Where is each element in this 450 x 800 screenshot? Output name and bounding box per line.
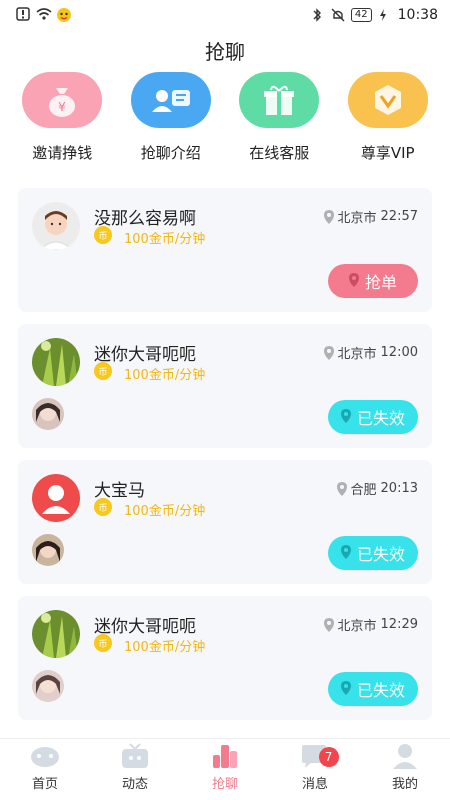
chat-request-card[interactable]: 迷你大哥呃呃 币 100金币/分钟 北京市 12:00 已失效 xyxy=(18,324,432,448)
location-time: 北京市 12:00 xyxy=(323,343,418,362)
avatar[interactable] xyxy=(32,610,80,658)
button-label: 已失效 xyxy=(356,545,405,564)
grabber-avatar[interactable] xyxy=(32,398,64,430)
bluetooth-icon xyxy=(311,8,325,22)
profile-icon xyxy=(389,743,421,769)
chat-request-card[interactable]: 没那么容易啊 币 100金币/分钟 北京市 22:57 抢单 xyxy=(18,188,432,312)
user-name: 迷你大哥呃呃 xyxy=(94,617,196,637)
svg-text:¥: ¥ xyxy=(58,100,66,114)
clock: 10:38 xyxy=(397,7,438,23)
alert-icon xyxy=(16,7,30,21)
mute-icon xyxy=(331,8,345,22)
coin-icon: 币 xyxy=(94,498,112,516)
quick-invite-earn[interactable]: ¥ 邀请挣钱 xyxy=(12,72,112,163)
wifi-icon xyxy=(36,7,52,21)
coin-icon: 币 xyxy=(94,226,112,244)
gift-box-icon xyxy=(239,72,320,128)
profile-card-icon xyxy=(130,72,211,128)
price-rate: 100金币/分钟 xyxy=(124,368,206,383)
chat-request-card[interactable]: 大宝马 币 100金币/分钟 合肥 20:13 已失效 xyxy=(18,460,432,584)
location-city: 北京市 xyxy=(337,211,377,226)
request-time: 20:13 xyxy=(380,481,418,496)
tab-profile[interactable]: 我的 xyxy=(360,739,450,800)
avatar[interactable] xyxy=(32,338,80,386)
quick-intro[interactable]: 抢聊介绍 xyxy=(121,72,221,163)
tab-home[interactable]: 首页 xyxy=(0,739,90,800)
location-pin-icon xyxy=(340,544,351,563)
battery-indicator: 42 xyxy=(350,8,372,22)
price-rate: 100金币/分钟 xyxy=(124,232,206,247)
grab-order-button[interactable]: 抢单 xyxy=(328,264,418,298)
bottom-tab-bar: 首页 动态 抢聊 7 消息 我的 xyxy=(0,738,450,800)
home-icon xyxy=(29,743,61,769)
avatar[interactable] xyxy=(32,202,80,250)
quick-vip[interactable]: 尊享VIP xyxy=(338,72,438,163)
grabber-avatar[interactable] xyxy=(32,670,64,702)
chat-request-list: 没那么容易啊 币 100金币/分钟 北京市 22:57 抢单 迷你大哥呃呃 币 … xyxy=(18,188,432,732)
button-label: 抢单 xyxy=(364,273,397,292)
request-time: 22:57 xyxy=(380,209,418,224)
quick-support[interactable]: 在线客服 xyxy=(229,72,329,163)
location-city: 北京市 xyxy=(337,619,377,634)
coin-icon: 币 xyxy=(94,362,112,380)
expired-button[interactable]: 已失效 xyxy=(328,400,418,434)
button-label: 已失效 xyxy=(356,409,405,428)
tab-grab-chat[interactable]: 抢聊 xyxy=(180,739,270,800)
user-name: 没那么容易啊 xyxy=(94,209,196,229)
tab-moments[interactable]: 动态 xyxy=(90,739,180,800)
tv-icon xyxy=(119,743,151,769)
location-city: 合肥 xyxy=(350,483,377,498)
expired-button[interactable]: 已失效 xyxy=(328,672,418,706)
location-time: 合肥 20:13 xyxy=(336,479,418,498)
money-bag-icon: ¥ xyxy=(22,72,103,128)
location-pin-icon xyxy=(348,272,359,291)
vip-crown-icon xyxy=(347,72,428,128)
button-label: 已失效 xyxy=(356,681,405,700)
app-notification-icon xyxy=(56,7,71,22)
location-pin-icon xyxy=(323,345,334,360)
avatar[interactable] xyxy=(32,474,80,522)
location-pin-icon xyxy=(340,408,351,427)
location-city: 北京市 xyxy=(337,347,377,362)
grabber-avatar[interactable] xyxy=(32,534,64,566)
location-pin-icon xyxy=(336,481,347,496)
coin-icon: 币 xyxy=(94,634,112,652)
user-name: 迷你大哥呃呃 xyxy=(94,345,196,365)
charging-icon xyxy=(378,8,392,22)
quick-actions: ¥ 邀请挣钱 抢聊介绍 在线客服 尊享VIP xyxy=(0,72,450,163)
page-title: 抢聊 xyxy=(205,40,245,64)
location-time: 北京市 12:29 xyxy=(323,615,418,634)
location-pin-icon xyxy=(340,680,351,699)
price-rate: 100金币/分钟 xyxy=(124,640,206,655)
unread-badge: 7 xyxy=(318,747,339,767)
chat-request-card[interactable]: 迷你大哥呃呃 币 100金币/分钟 北京市 12:29 已失效 xyxy=(18,596,432,720)
location-pin-icon xyxy=(323,617,334,632)
tab-messages[interactable]: 7 消息 xyxy=(270,739,360,800)
request-time: 12:00 xyxy=(380,345,418,360)
expired-button[interactable]: 已失效 xyxy=(328,536,418,570)
request-time: 12:29 xyxy=(380,617,418,632)
status-bar: 42 10:38 xyxy=(0,0,450,30)
price-rate: 100金币/分钟 xyxy=(124,504,206,519)
location-pin-icon xyxy=(323,209,334,224)
location-time: 北京市 22:57 xyxy=(323,207,418,226)
grab-chat-icon xyxy=(209,743,241,769)
